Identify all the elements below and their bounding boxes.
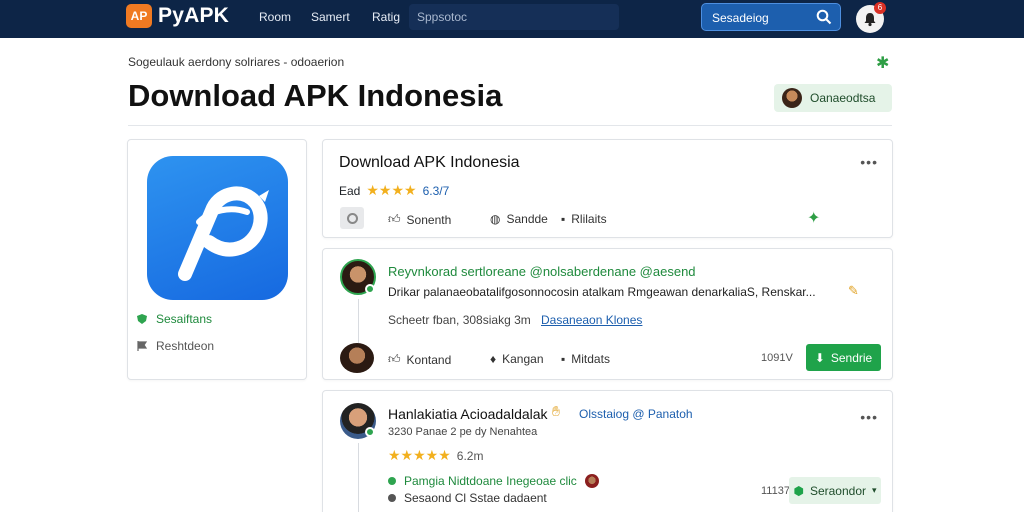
location-icon (388, 494, 396, 502)
review-tag[interactable]: Olsstaiog @ Panatoh (579, 407, 693, 421)
search-button-label: Sesadeiog (712, 11, 769, 25)
review-author[interactable]: Hanlakiatia Acioadaldalak (388, 406, 548, 422)
view-count: 1091V (761, 352, 793, 364)
avatar[interactable] (340, 343, 374, 373)
comment-link[interactable]: Dasaneaon Klones (541, 313, 642, 327)
follow-label: Seraondor (809, 483, 866, 498)
add-icon[interactable]: ✦ (807, 208, 820, 228)
star-rating-icon: ★★★★★ (388, 447, 451, 463)
online-indicator (365, 284, 375, 294)
online-indicator (365, 427, 375, 437)
thread-line (358, 299, 359, 343)
breadcrumb: Sogeulauk aerdony solriares - odoaerion (128, 55, 345, 69)
thread-line (358, 443, 359, 512)
app-status-row[interactable]: Sesaiftans (136, 312, 212, 326)
image-icon (346, 212, 358, 224)
like-icon: 👍︎ (388, 352, 401, 366)
reply-label: Kangan (502, 352, 544, 366)
star-rating-icon: ★★★★ (366, 182, 417, 198)
search-button[interactable]: Sesadeiog (701, 3, 841, 31)
share-icon: ▪ (561, 212, 566, 226)
user-pill-label: Oanaeodtsa (810, 91, 876, 105)
user-pill[interactable]: Oanaeodtsa (774, 84, 892, 112)
search-input[interactable]: Sppsotoc (409, 4, 619, 30)
review-rating: ★★★★★ 6.2m (388, 447, 483, 464)
app-report-row[interactable]: Reshtdeon (136, 339, 214, 353)
page-title: Download APK Indonesia (128, 78, 503, 113)
follow-button[interactable]: ⬢ Seraondor ▾ (789, 477, 881, 504)
star-icon[interactable]: ✱ (876, 53, 889, 73)
top-navbar: AP PyAPK Room Samert Ratig Sppsotoc Sesa… (0, 0, 1024, 38)
shield-icon (137, 314, 147, 324)
review-subline: 3230 Panae 2 pe dy Nenahtea (388, 426, 538, 438)
like-button[interactable]: 👍︎ Kontand (388, 352, 451, 367)
logo-text: PyAPK (158, 4, 230, 27)
more-options-icon[interactable]: ••• (860, 154, 878, 170)
comment-icon: ◍ (490, 212, 501, 226)
share-icon: ▪ (561, 352, 566, 366)
app-card: Sesaiftans Reshtdeon (127, 139, 307, 380)
review-line-2-label: Sesaond Cl Sstae dadaent (404, 491, 547, 505)
pencil-icon[interactable]: ✎ (848, 283, 859, 299)
like-icon: 👍︎ (388, 212, 401, 226)
search-icon (816, 9, 832, 25)
download-label: Sendrie (830, 350, 873, 365)
like-label: Kontand (406, 352, 452, 367)
bell-icon (864, 13, 876, 27)
logo[interactable]: AP PyAPK (126, 4, 229, 28)
review-line-2: Sesaond Cl Sstae dadaent (388, 491, 547, 505)
comment-author[interactable]: Reyvnkorad sertloreane @nolsaberdenane @… (388, 264, 696, 279)
like-button[interactable]: 👍︎ Sonenth (388, 212, 451, 227)
avatar (782, 88, 802, 108)
review-rating-value: 6.2m (456, 448, 484, 463)
comment-meta: Scheetr fban, 308siakg 3m (388, 313, 531, 327)
app-report-label: Reshtdeon (156, 339, 215, 353)
app-info-card: Download APK Indonesia ••• Ead ★★★★ 6.3/… (322, 139, 893, 238)
rating-prefix: Ead (339, 183, 361, 198)
nav-link-room[interactable]: Room (259, 10, 291, 24)
comment-label: Sandde (506, 212, 548, 226)
share-button[interactable]: ▪ Rlilaits (561, 212, 607, 226)
app-logo-icon (178, 186, 269, 281)
rating-value: 6.3/7 (422, 183, 450, 198)
header-divider (128, 125, 892, 126)
reply-icon: ♦ (490, 352, 497, 366)
more-options-icon[interactable]: ••• (860, 409, 878, 425)
review-card: Hanlakiatia Acioadaldalak ✋︎ Olsstaiog @… (322, 390, 893, 512)
logo-icon: AP (126, 4, 152, 28)
nav-link-ratig[interactable]: Ratig (372, 10, 400, 24)
follow-icon: ⬢ (793, 483, 804, 498)
comment-body: Drikar palanaeobatalifgosonnocosin atalk… (388, 285, 816, 299)
review-line-1-label: Pamgia Nidtdoane Inegeoae clic (404, 474, 577, 488)
review-line-1: Pamgia Nidtdoane Inegeoae clic (388, 474, 599, 488)
review-count: 11137 (761, 485, 790, 497)
reply-button[interactable]: ♦ Kangan (490, 352, 544, 366)
notification-badge: 6 (874, 2, 886, 14)
clap-icon: ✋︎ (552, 403, 560, 419)
comment-button[interactable]: ◍ Sandde (490, 212, 548, 226)
avatar (584, 474, 599, 488)
download-button[interactable]: ⬇︎ Sendrie (806, 344, 881, 371)
app-rating: Ead ★★★★ 6.3/7 (339, 182, 449, 199)
app-info-title: Download APK Indonesia (339, 154, 520, 171)
comment-card: Reyvnkorad sertloreane @nolsaberdenane @… (322, 248, 893, 380)
chevron-down-icon: ▾ (872, 485, 877, 495)
share-label: Rlilaits (571, 212, 607, 226)
pin-icon (388, 477, 396, 485)
flag-icon (137, 341, 148, 351)
app-icon[interactable] (147, 156, 288, 300)
like-label: Sonenth (406, 212, 452, 227)
nav-link-samert[interactable]: Samert (311, 10, 350, 24)
share-button[interactable]: ▪ Mitdats (561, 352, 610, 366)
download-icon: ⬇︎ (814, 350, 825, 365)
share-label: Mitdats (571, 352, 610, 366)
app-status-label: Sesaiftans (156, 312, 213, 326)
image-button[interactable] (340, 207, 364, 229)
